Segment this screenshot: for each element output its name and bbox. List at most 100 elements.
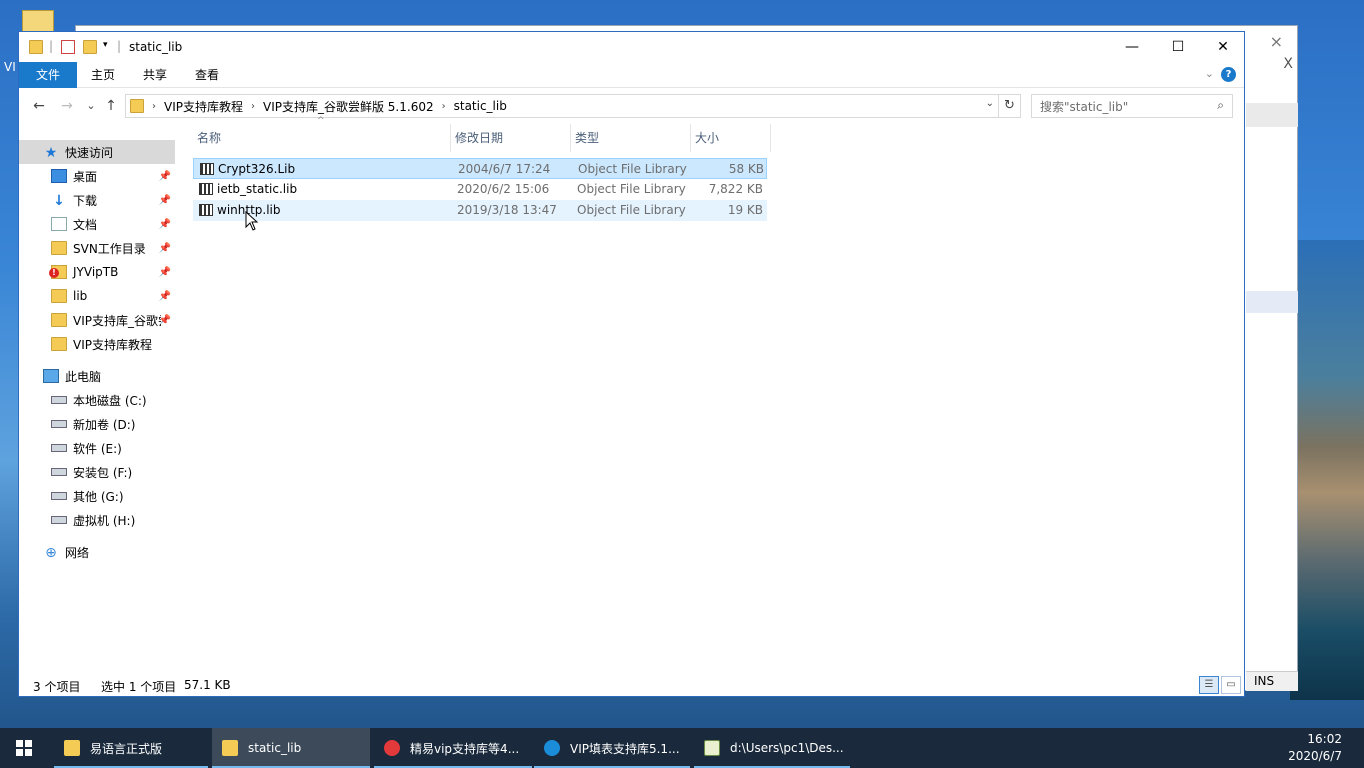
recent-locations-button[interactable]: ⌄: [81, 96, 101, 116]
mouse-cursor-icon: [245, 211, 259, 231]
tab-home[interactable]: 主页: [77, 62, 129, 88]
sidebar-item-desktop[interactable]: 桌面 📌: [19, 164, 175, 188]
chevron-right-icon[interactable]: ›: [152, 101, 156, 112]
minimize-button[interactable]: —: [1109, 32, 1155, 62]
pin-icon[interactable]: 📌: [159, 171, 171, 182]
start-button[interactable]: [0, 728, 48, 768]
taskbar-item-notepad[interactable]: d:\Users\pc1\Des...: [694, 728, 850, 768]
tab-view[interactable]: 查看: [181, 62, 233, 88]
file-name: Crypt326.Lib: [218, 162, 296, 176]
taskbar-item-edge[interactable]: VIP填表支持库5.1...: [534, 728, 690, 768]
pin-icon[interactable]: 📌: [159, 315, 171, 326]
folder-icon: [51, 241, 67, 255]
pin-icon[interactable]: 📌: [159, 219, 171, 230]
system-clock[interactable]: 16:02 2020/6/7: [1288, 731, 1342, 765]
desktop-icon-label: VI: [4, 60, 16, 74]
sidebar-item-drive-h[interactable]: 虚拟机 (H:): [19, 508, 175, 532]
sidebar-item-downloads[interactable]: ↓ 下载 📌: [19, 188, 175, 212]
taskbar-item-label: 精易vip支持库等4...: [410, 741, 520, 756]
sidebar-item-label: 安装包 (F:): [73, 465, 133, 480]
taskbar-item-jingyi[interactable]: 精易vip支持库等4...: [374, 728, 532, 768]
sidebar-item-drive-e[interactable]: 软件 (E:): [19, 436, 175, 460]
chevron-right-icon[interactable]: ›: [442, 101, 446, 112]
chevron-down-icon[interactable]: ▾: [103, 40, 108, 50]
pin-icon[interactable]: 📌: [159, 243, 171, 254]
breadcrumb-item[interactable]: VIP支持库教程: [164, 98, 243, 115]
pin-icon[interactable]: 📌: [159, 291, 171, 302]
drive-icon: [51, 420, 67, 428]
sidebar-item-label: 虚拟机 (H:): [73, 513, 136, 528]
table-row[interactable]: ietb_static.lib 2020/6/2 15:06 Object Fi…: [193, 179, 767, 200]
search-icon[interactable]: ⌕: [1217, 98, 1224, 113]
sidebar-item-jyviptb[interactable]: JYVipTB 📌: [19, 260, 175, 284]
close-button[interactable]: ✕: [1200, 32, 1246, 62]
tab-file[interactable]: 文件: [19, 62, 77, 88]
status-bar: 3 个项目 选中 1 个项目 57.1 KB ☰ ▭: [19, 674, 1244, 696]
sidebar-item-label: 软件 (E:): [73, 441, 122, 456]
back-button[interactable]: ←: [29, 96, 49, 116]
sidebar-item-drive-g[interactable]: 其他 (G:): [19, 484, 175, 508]
sidebar-item-drive-f[interactable]: 安装包 (F:): [19, 460, 175, 484]
new-folder-icon[interactable]: [83, 40, 97, 54]
network-icon: ⊕: [45, 545, 57, 561]
column-header-type[interactable]: 类型: [571, 124, 691, 152]
maximize-button[interactable]: ☐: [1155, 32, 1201, 62]
breadcrumb-item[interactable]: static_lib: [454, 99, 507, 113]
sidebar-item-network[interactable]: ⊕ 网络: [19, 540, 175, 564]
download-icon: ↓: [53, 193, 65, 209]
forward-button[interactable]: →: [57, 96, 77, 116]
sidebar-item-label: 下载: [73, 193, 98, 208]
drive-icon: [51, 396, 67, 404]
sidebar-item-lib[interactable]: lib 📌: [19, 284, 175, 308]
file-name: ietb_static.lib: [217, 182, 298, 196]
chevron-down-icon[interactable]: ⌄: [986, 98, 994, 109]
sidebar-item-quick-access[interactable]: ★ 快速访问: [19, 140, 175, 164]
sidebar-item-label: 桌面: [73, 169, 98, 184]
close-icon[interactable]: ×: [1270, 32, 1283, 51]
chevron-right-icon[interactable]: ›: [251, 101, 255, 112]
taskbar-item-static-lib[interactable]: static_lib: [212, 728, 370, 768]
sidebar-item-vip-tutorial[interactable]: VIP支持库教程: [19, 332, 175, 356]
table-row[interactable]: Crypt326.Lib 2004/6/7 17:24 Object File …: [193, 158, 767, 179]
sidebar-item-vip-google[interactable]: VIP支持库_谷歌尝鲜版 5.1.602 📌: [19, 308, 175, 332]
file-type: Object File Library: [578, 162, 687, 176]
breadcrumb-item[interactable]: VIP支持库_谷歌尝鲜版 5.1.602: [263, 98, 434, 115]
column-header-name[interactable]: 名称: [193, 124, 451, 152]
sidebar-item-documents[interactable]: 文档 📌: [19, 212, 175, 236]
sidebar-item-label: 快速访问: [65, 145, 114, 160]
expand-ribbon-icon[interactable]: ⌄: [1205, 67, 1214, 80]
help-icon[interactable]: ?: [1221, 67, 1236, 82]
column-header-size[interactable]: 大小: [691, 124, 771, 152]
tab-share[interactable]: 共享: [129, 62, 181, 88]
properties-icon[interactable]: [61, 40, 75, 54]
column-header-date[interactable]: 修改日期: [451, 124, 571, 152]
folder-icon: [130, 99, 144, 113]
library-file-icon: [199, 183, 213, 195]
sidebar-item-label: 网络: [65, 545, 90, 560]
explorer-window[interactable]: | ▾ | static_lib — ☐ ✕ 文件 主页 共享 查看 ⌄ ? ←…: [18, 31, 1245, 697]
sidebar-item-label: JYVipTB: [73, 265, 119, 279]
large-icons-view-icon[interactable]: ▭: [1221, 676, 1241, 694]
search-input[interactable]: 搜索"static_lib" ⌕: [1031, 94, 1233, 118]
details-view-icon[interactable]: ☰: [1199, 676, 1219, 694]
sidebar-item-label: 本地磁盘 (C:): [73, 393, 147, 408]
drive-icon: [51, 516, 67, 524]
pin-icon[interactable]: 📌: [159, 195, 171, 206]
close-icon[interactable]: X: [1283, 56, 1293, 72]
sidebar-item-label: SVN工作目录: [73, 241, 146, 256]
sidebar-item-this-pc[interactable]: 此电脑: [19, 364, 175, 388]
file-list[interactable]: ^ 名称 修改日期 类型 大小 Crypt326.Lib 2004/6/7 17…: [193, 116, 1243, 674]
address-bar[interactable]: › VIP支持库教程 › VIP支持库_谷歌尝鲜版 5.1.602 › stat…: [125, 94, 999, 118]
sidebar-item-label: 文档: [73, 217, 98, 232]
sidebar-item-drive-c[interactable]: 本地磁盘 (C:): [19, 388, 175, 412]
table-row[interactable]: winhttp.lib 2019/3/18 13:47 Object File …: [193, 200, 767, 221]
pin-icon[interactable]: 📌: [159, 267, 171, 278]
document-icon: [51, 217, 67, 231]
sidebar-item-drive-d[interactable]: 新加卷 (D:): [19, 412, 175, 436]
sidebar-item-svn[interactable]: SVN工作目录 📌: [19, 236, 175, 260]
drive-icon: [51, 492, 67, 500]
title-bar[interactable]: | ▾ | static_lib — ☐ ✕: [19, 32, 1244, 62]
taskbar-item-yiyuyan[interactable]: 易语言正式版: [54, 728, 208, 768]
up-button[interactable]: ↑: [101, 96, 121, 116]
refresh-button[interactable]: ↻: [999, 94, 1021, 118]
